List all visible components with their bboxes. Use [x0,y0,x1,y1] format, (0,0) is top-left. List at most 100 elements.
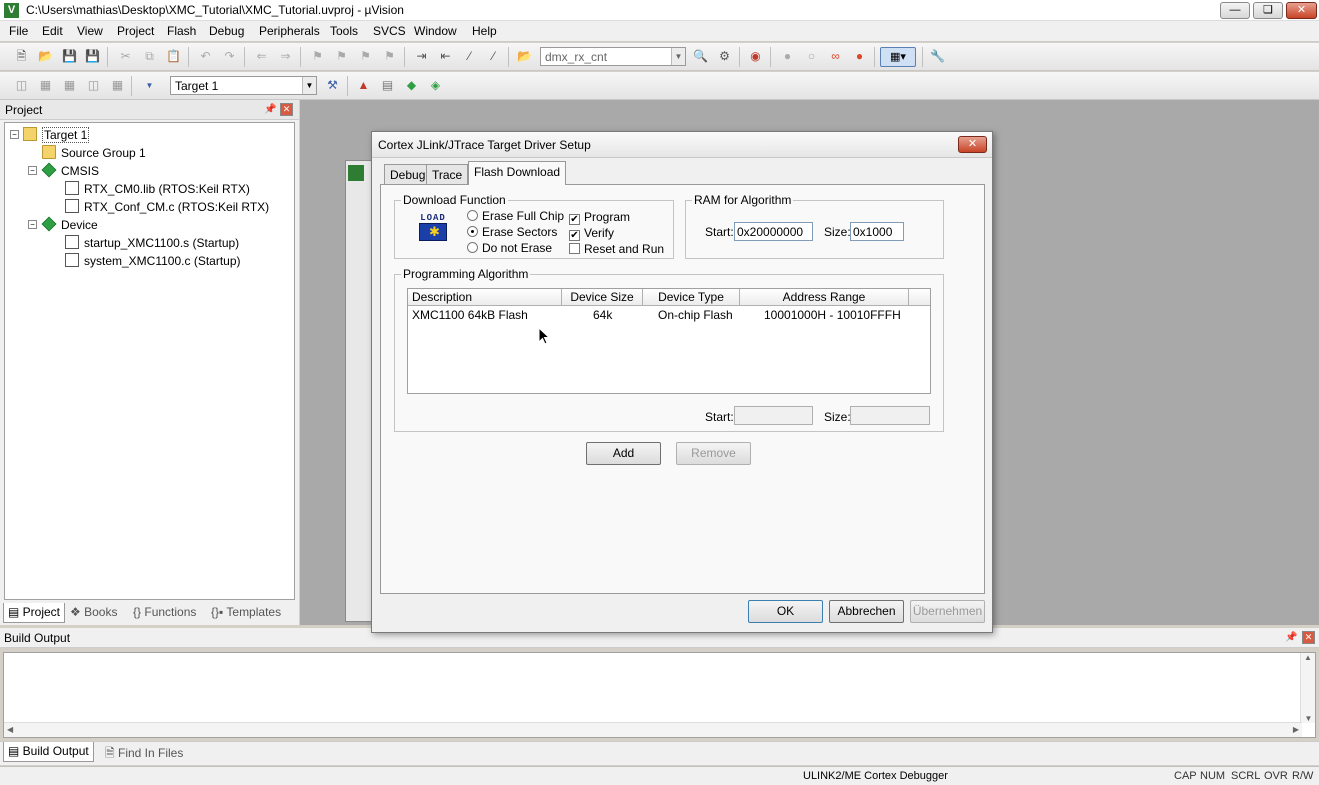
column-device-size[interactable]: Device Size [562,289,643,306]
collapse-icon[interactable]: − [28,220,37,229]
collapse-icon[interactable]: − [10,130,19,139]
tab-find-in-files[interactable]: 🗎 Find In Files [101,742,187,762]
ram-size-input[interactable]: 0x1000 [850,222,904,241]
copy-icon[interactable]: ⧉ [141,48,158,65]
program-checkbox[interactable]: ✔ Program [569,210,630,225]
column-device-type[interactable]: Device Type [643,289,740,306]
new-file-icon[interactable]: 🗎 [13,48,30,65]
menu-edit[interactable]: Edit [42,24,63,38]
tab-debug[interactable]: Debug [384,164,432,185]
ram-start-input[interactable]: 0x20000000 [734,222,813,241]
tab-functions[interactable]: {} Functions [129,603,200,623]
close-button[interactable]: ✕ [1286,2,1317,19]
build-icon[interactable]: ▦ [37,77,54,94]
breakpoint-insert-icon[interactable]: ● [779,48,796,65]
pin-icon[interactable]: 📌 [1285,632,1297,643]
close-icon[interactable]: ✕ [1302,631,1315,644]
nav-forward-icon[interactable]: ⇒ [277,48,294,65]
breakpoint-kill-icon[interactable]: ● [851,48,868,65]
menu-view[interactable]: View [77,24,103,38]
maximize-button[interactable]: ❏ [1253,2,1283,19]
tree-item-file[interactable]: RTX_Conf_CM.c (RTOS:Keil RTX) [65,199,269,214]
breakpoint-enable-icon[interactable]: ○ [803,48,820,65]
column-address-range[interactable]: Address Range [740,289,909,306]
chevron-down-icon[interactable]: ▼ [671,48,685,65]
nav-back-icon[interactable]: ⇐ [253,48,270,65]
menu-debug[interactable]: Debug [209,24,244,38]
save-all-icon[interactable]: 💾 [84,48,101,65]
cancel-button[interactable]: Abbrechen [829,600,904,623]
tree-item-file[interactable]: RTX_CM0.lib (RTOS:Keil RTX) [65,181,250,196]
remove-button[interactable]: Remove [676,442,751,465]
tree-item-file[interactable]: system_XMC1100.c (Startup) [65,253,241,268]
apply-button[interactable]: Übernehmen [910,600,985,623]
bookmark-insert-icon[interactable]: ⚑ [309,48,326,65]
menu-flash[interactable]: Flash [167,24,196,38]
indent-icon[interactable]: ⇥ [413,48,430,65]
collapse-icon[interactable]: − [28,166,37,175]
comment-icon[interactable]: ⁄ [461,48,478,65]
reset-and-run-checkbox[interactable]: Reset and Run [569,242,664,256]
load-icon[interactable]: ▼ [141,77,158,94]
tree-item-target[interactable]: Target 1 [23,127,90,143]
settings-icon[interactable]: ⚙ [716,48,733,65]
menu-peripherals[interactable]: Peripherals [259,24,320,38]
menu-help[interactable]: Help [472,24,497,38]
breakpoint-disable-icon[interactable]: ∞ [827,48,844,65]
tab-templates[interactable]: {}▪ Templates [207,603,285,623]
configure-icon[interactable]: 🔧 [929,48,946,65]
tab-books[interactable]: ❖ Books [66,603,121,623]
vertical-scrollbar[interactable]: ▲ ▼ [1300,653,1315,723]
undo-icon[interactable]: ↶ [197,48,214,65]
tree-item-file[interactable]: startup_XMC1100.s (Startup) [65,235,239,250]
menu-tools[interactable]: Tools [330,24,358,38]
find-in-files-icon[interactable]: 📂 [516,48,533,65]
bookmark-clear-icon[interactable]: ⚑ [381,48,398,65]
translate-icon[interactable]: ◫ [13,77,30,94]
tab-project[interactable]: ▤ Project [3,603,66,623]
alg-size-input[interactable] [850,406,930,425]
alg-start-input[interactable] [734,406,813,425]
paste-icon[interactable]: 📋 [165,48,182,65]
run-time-env-icon[interactable]: ◈ [427,77,444,94]
menu-project[interactable]: Project [117,24,154,38]
batch-build-icon[interactable]: ◫ [85,77,102,94]
tab-build-output[interactable]: ▤ Build Output [3,742,94,762]
stop-build-icon[interactable]: ▦ [109,77,126,94]
open-file-icon[interactable]: 📂 [37,48,54,65]
tree-item-device[interactable]: Device [41,216,98,232]
chevron-down-icon[interactable]: ▼ [302,77,316,94]
verify-checkbox[interactable]: ✔ Verify [569,226,614,241]
debug-start-icon[interactable]: ◉ [747,48,764,65]
target-combo[interactable]: Target 1 ▼ [170,76,317,95]
manage-project-icon[interactable]: ▤ [379,77,396,94]
menu-file[interactable]: File [9,24,28,38]
erase-sectors-radio[interactable]: Erase Sectors [467,225,557,239]
window-layout-icon[interactable]: ▦▾ [880,47,916,67]
find-combo[interactable]: dmx_rx_cnt ▼ [540,47,686,66]
tree-item-source-group[interactable]: Source Group 1 [42,145,146,160]
tab-trace[interactable]: Trace [426,164,469,185]
rebuild-icon[interactable]: ▦ [61,77,78,94]
menu-svcs[interactable]: SVCS [373,24,406,38]
target-options-icon[interactable]: ⚒ [324,77,341,94]
horizontal-scrollbar[interactable]: ◀ ▶ [4,722,1302,737]
save-icon[interactable]: 💾 [61,48,78,65]
pin-icon[interactable]: 📌 [264,104,276,115]
erase-full-chip-radio[interactable]: Erase Full Chip [467,209,564,223]
find-icon[interactable]: 🔍 [692,48,709,65]
bookmark-next-icon[interactable]: ⚑ [357,48,374,65]
minimize-button[interactable]: — [1220,2,1250,19]
menu-window[interactable]: Window [414,24,457,38]
cut-icon[interactable]: ✂ [117,48,134,65]
manage-components-icon[interactable]: ▲ [355,77,372,94]
build-output-text[interactable]: ▲ ▼ ◀ ▶ [3,652,1316,738]
tab-flash-download[interactable]: Flash Download [468,161,567,185]
close-icon[interactable]: ✕ [280,103,293,116]
ok-button[interactable]: OK [748,600,823,623]
unindent-icon[interactable]: ⇤ [437,48,454,65]
column-description[interactable]: Description [408,289,562,306]
do-not-erase-radio[interactable]: Do not Erase [467,241,552,255]
redo-icon[interactable]: ↷ [221,48,238,65]
uncomment-icon[interactable]: ⁄ [485,48,502,65]
